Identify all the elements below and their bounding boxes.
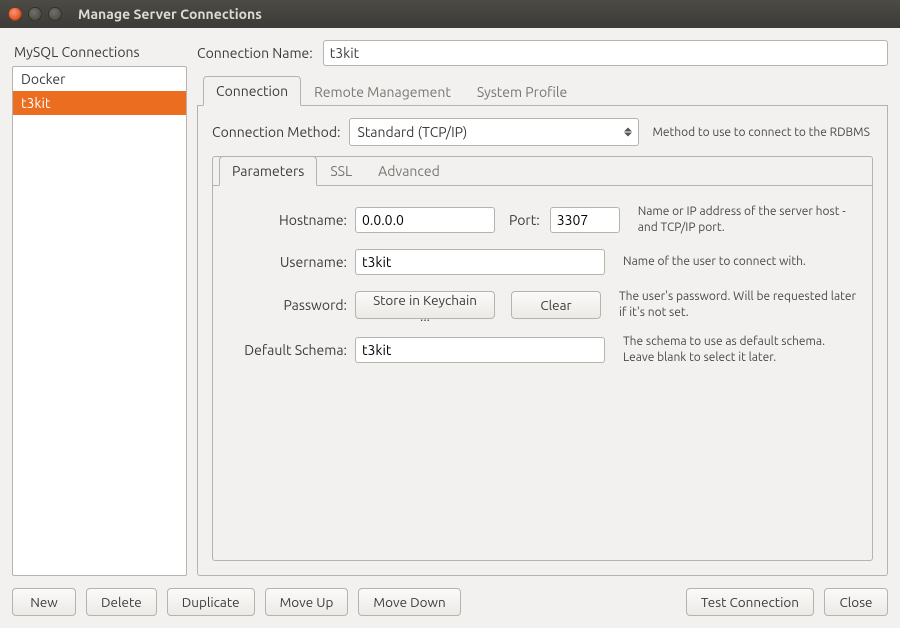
- tab-connection[interactable]: Connection: [203, 76, 301, 106]
- subtab-label: SSL: [330, 163, 352, 179]
- window-title: Manage Server Connections: [78, 6, 262, 22]
- username-label: Username:: [227, 254, 347, 270]
- tab-label: System Profile: [477, 84, 567, 100]
- row-default-schema: Default Schema: The schema to use as def…: [227, 334, 858, 365]
- connection-item-docker[interactable]: Docker: [13, 67, 186, 91]
- row-username: Username: Name of the user to connect wi…: [227, 249, 858, 275]
- port-input[interactable]: [550, 207, 620, 233]
- connection-name-row: Connection Name:: [197, 40, 888, 66]
- subtab-advanced[interactable]: Advanced: [365, 156, 453, 186]
- password-label: Password:: [227, 297, 347, 313]
- hostname-input[interactable]: [355, 207, 495, 233]
- connection-list[interactable]: Docker t3kit: [12, 66, 187, 576]
- tab-label: Remote Management: [314, 84, 451, 100]
- main-row: MySQL Connections Docker t3kit Connectio…: [12, 40, 888, 576]
- connection-name-input[interactable]: [323, 40, 888, 66]
- store-keychain-button[interactable]: Store in Keychain ...: [355, 291, 495, 319]
- default-schema-help: The schema to use as default schema. Lea…: [623, 334, 858, 365]
- connection-method-row: Connection Method: Standard (TCP/IP) Met…: [212, 118, 873, 146]
- connection-method-help: Method to use to connect to the RDBMS: [653, 126, 870, 139]
- delete-button[interactable]: Delete: [86, 588, 157, 616]
- subtabstrip: Parameters SSL Advanced: [213, 156, 872, 186]
- connection-method-label: Connection Method:: [212, 124, 341, 140]
- window-maximize-icon[interactable]: [48, 7, 62, 21]
- row-hostname: Hostname: Port: Name or IP address of th…: [227, 204, 858, 235]
- connection-method-value: Standard (TCP/IP): [358, 124, 468, 140]
- password-help: The user's password. Will be requested l…: [619, 289, 858, 320]
- connection-method-select[interactable]: Standard (TCP/IP): [349, 118, 639, 146]
- clear-password-button[interactable]: Clear: [511, 291, 601, 319]
- details-panel: Connection Name: Connection Remote Manag…: [197, 40, 888, 576]
- default-schema-input[interactable]: [355, 337, 605, 363]
- window-close-icon[interactable]: [8, 7, 22, 21]
- username-input[interactable]: [355, 249, 605, 275]
- outer-tabstrip: Connection Remote Management System Prof…: [197, 76, 888, 106]
- default-schema-label: Default Schema:: [227, 342, 347, 358]
- move-down-button[interactable]: Move Down: [358, 588, 460, 616]
- new-button[interactable]: New: [12, 588, 76, 616]
- subtab-ssl[interactable]: SSL: [317, 156, 365, 186]
- username-help: Name of the user to connect with.: [623, 254, 858, 270]
- row-password: Password: Store in Keychain ... Clear Th…: [227, 289, 858, 320]
- port-label: Port:: [509, 212, 540, 228]
- subtab-label: Parameters: [232, 163, 304, 179]
- dialog-body: MySQL Connections Docker t3kit Connectio…: [0, 28, 900, 628]
- hostname-help: Name or IP address of the server host - …: [638, 204, 858, 235]
- sidebar: MySQL Connections Docker t3kit: [12, 40, 187, 576]
- connection-item-t3kit[interactable]: t3kit: [13, 91, 186, 115]
- spinner-icon: [623, 128, 633, 137]
- subtab-label: Advanced: [378, 163, 440, 179]
- close-button[interactable]: Close: [824, 588, 888, 616]
- subtab-container: Parameters SSL Advanced Hostname:: [212, 156, 873, 561]
- duplicate-button[interactable]: Duplicate: [167, 588, 255, 616]
- hostname-label: Hostname:: [227, 212, 347, 228]
- move-up-button[interactable]: Move Up: [265, 588, 349, 616]
- tab-remote-management[interactable]: Remote Management: [301, 77, 464, 106]
- button-bar: New Delete Duplicate Move Up Move Down T…: [12, 588, 888, 616]
- connection-name-label: Connection Name:: [197, 45, 313, 61]
- tab-label: Connection: [216, 83, 288, 99]
- window-minimize-icon[interactable]: [28, 7, 42, 21]
- connection-item-label: Docker: [21, 71, 65, 87]
- connection-item-label: t3kit: [21, 95, 50, 111]
- tab-page-connection: Connection Method: Standard (TCP/IP) Met…: [197, 106, 888, 576]
- sidebar-heading: MySQL Connections: [12, 40, 187, 66]
- tab-system-profile[interactable]: System Profile: [464, 77, 580, 106]
- test-connection-button[interactable]: Test Connection: [686, 588, 814, 616]
- titlebar: Manage Server Connections: [0, 0, 900, 28]
- parameters-page: Hostname: Port: Name or IP address of th…: [213, 186, 872, 388]
- subtab-parameters[interactable]: Parameters: [219, 156, 317, 186]
